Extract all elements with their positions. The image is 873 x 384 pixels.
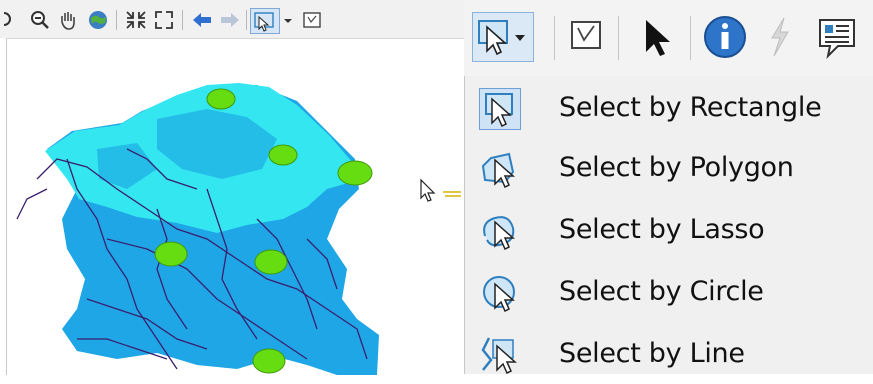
tools-toolbar [0,0,464,38]
pan-icon[interactable] [56,8,80,32]
select-rectangle-icon [479,88,521,130]
hyperlink-icon [771,17,789,57]
map-view[interactable] [6,38,465,375]
select-lasso-icon [479,210,521,252]
menu-item-select-by-circle[interactable]: Select by Circle [465,262,873,322]
zoom-out-icon[interactable] [28,8,52,32]
identify-button[interactable] [700,12,750,62]
menu-item-label: Select by Polygon [559,152,794,183]
select-line-icon [479,334,521,376]
menu-item-label: Select by Rectangle [559,92,822,123]
map-point [154,241,188,267]
menu-item-label: Select by Lasso [559,214,765,245]
forward-icon[interactable] [218,8,242,32]
full-extent-icon[interactable] [86,8,110,32]
menu-item-label: Select by Circle [559,276,764,307]
select-circle-icon [479,272,521,314]
select-dropdown-menu: Select by Rectangle Select by Polygon Se… [464,76,873,375]
menu-item-select-by-polygon[interactable]: Select by Polygon [465,138,873,198]
select-features-icon[interactable] [250,8,280,34]
fixed-zoom-out-icon[interactable] [152,8,176,32]
html-popup-icon [819,19,855,60]
tools-toolbar-zoomed [464,0,873,77]
menu-item-select-by-rectangle[interactable]: Select by Rectangle [465,78,873,138]
select-features-button[interactable] [472,12,534,62]
fixed-zoom-in-icon[interactable] [124,8,148,32]
select-elements-button[interactable] [630,12,680,62]
select-features-icon [478,20,525,56]
zoom-in-edge-icon[interactable] [0,8,28,32]
map-canvas [16,83,379,375]
select-polygon-icon [479,148,521,190]
html-popup-button[interactable] [812,12,862,62]
menu-item-label: Select by Line [559,338,745,369]
clear-selection-button[interactable] [562,12,612,62]
map-point [254,249,288,275]
hyperlink-button[interactable] [754,12,804,62]
back-icon[interactable] [190,8,214,32]
map-point [268,144,298,166]
select-cursor-icon [417,178,463,204]
map-point [337,160,373,186]
menu-item-select-by-lasso[interactable]: Select by Lasso [465,200,873,260]
map-point [252,348,286,374]
select-elements-icon [646,20,670,56]
clear-selection-icon[interactable] [300,8,324,32]
map-point [206,88,236,110]
identify-icon [704,16,746,58]
menu-item-select-by-line[interactable]: Select by Line [465,324,873,384]
clear-selection-icon [571,21,601,49]
chevron-down-icon[interactable] [282,8,294,32]
